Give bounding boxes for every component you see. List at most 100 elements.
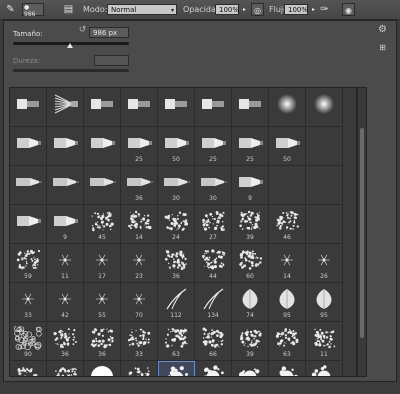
brush-preset-splat[interactable]: 424 bbox=[195, 361, 232, 376]
opacity-field[interactable]: 100% bbox=[215, 4, 239, 15]
brush-preset-scatter[interactable]: 59 bbox=[10, 244, 47, 283]
brush-size-label: 63 bbox=[283, 351, 291, 358]
brush-preset-scatter[interactable]: 36 bbox=[158, 244, 195, 283]
brush-preset-pencil[interactable]: 36 bbox=[121, 166, 158, 205]
brush-preset-star[interactable]: 17 bbox=[84, 244, 121, 283]
brush-preset-scatter[interactable]: 36 bbox=[47, 322, 84, 361]
brush-preset-pencil[interactable] bbox=[47, 166, 84, 205]
brush-preset-flat-brush[interactable] bbox=[10, 88, 47, 127]
brush-preset-scatter[interactable]: 11 bbox=[306, 322, 343, 361]
brush-preset-scatter[interactable]: 63 bbox=[158, 322, 195, 361]
brush-preset-scatter[interactable]: 24 bbox=[158, 205, 195, 244]
brush-preset-empty[interactable] bbox=[306, 166, 343, 205]
size-slider-thumb[interactable] bbox=[66, 43, 73, 48]
brush-preset-scatter[interactable]: 27 bbox=[195, 205, 232, 244]
pressure-size-icon[interactable]: ◉ bbox=[342, 3, 355, 16]
brush-preset-splat[interactable]: 986 bbox=[158, 361, 195, 376]
brush-preset-round-tip[interactable]: 25 bbox=[121, 127, 158, 166]
brush-preset-scatter[interactable]: 39 bbox=[232, 322, 269, 361]
brush-preset-scatter[interactable]: 60 bbox=[232, 244, 269, 283]
brush-preset-star[interactable]: 14 bbox=[269, 244, 306, 283]
brush-size-label: 42 bbox=[61, 312, 69, 319]
brush-preset-splat[interactable]: 520 bbox=[306, 361, 343, 376]
scatter-icon bbox=[239, 210, 261, 230]
mode-select[interactable]: Normal ▾ bbox=[107, 4, 177, 15]
brush-preset-star[interactable]: 26 bbox=[306, 244, 343, 283]
brush-preset-solid-round[interactable]: 55 bbox=[84, 361, 121, 376]
brush-preset-round-tip[interactable] bbox=[10, 127, 47, 166]
chevron-down-icon[interactable]: ▸ bbox=[238, 3, 251, 16]
brush-preset-pencil[interactable] bbox=[84, 166, 121, 205]
brush-preset-scatter[interactable]: 100 bbox=[121, 361, 158, 376]
brush-preset-scatter[interactable]: 44 bbox=[195, 244, 232, 283]
scatter-icon bbox=[16, 249, 41, 270]
brush-preset-round-tip[interactable] bbox=[47, 127, 84, 166]
preset-scrollbar[interactable] bbox=[357, 87, 367, 377]
brush-preset-round-tip[interactable]: 50 bbox=[269, 127, 306, 166]
brush-preset-picker[interactable]: ● 986 bbox=[22, 3, 44, 18]
brush-preset-grass[interactable]: 112 bbox=[158, 283, 195, 322]
round-tip-icon bbox=[54, 138, 78, 148]
star-icon bbox=[318, 254, 330, 266]
brush-preset-round-tip[interactable]: 9 bbox=[232, 166, 269, 205]
scrollbar-thumb[interactable] bbox=[360, 128, 364, 338]
toggle-panel-icon[interactable]: ▤ bbox=[62, 3, 75, 16]
brush-preset-flat-brush[interactable] bbox=[158, 88, 195, 127]
brush-preset-star[interactable]: 11 bbox=[47, 244, 84, 283]
brush-preset-soft-round[interactable] bbox=[306, 88, 343, 127]
brush-tool-icon[interactable]: ✎ bbox=[4, 3, 17, 16]
brush-preset-round-tip[interactable]: 9 bbox=[47, 205, 84, 244]
brush-preset-leaf[interactable]: 95 bbox=[306, 283, 343, 322]
brush-preset-splat[interactable]: 523 bbox=[269, 361, 306, 376]
brush-preset-star[interactable]: 33 bbox=[10, 283, 47, 322]
brush-preset-round-tip[interactable]: 50 bbox=[158, 127, 195, 166]
brush-preset-scatter[interactable]: 33 bbox=[121, 322, 158, 361]
brush-preset-star[interactable]: 23 bbox=[121, 244, 158, 283]
brush-preset-flat-brush[interactable] bbox=[84, 88, 121, 127]
brush-preset-flat-brush[interactable] bbox=[195, 88, 232, 127]
brush-preset-texture[interactable]: 90 bbox=[10, 322, 47, 361]
brush-preset-scatter[interactable]: 32 bbox=[47, 361, 84, 376]
round-tip-icon bbox=[276, 138, 300, 148]
brush-preset-pencil[interactable]: 30 bbox=[195, 166, 232, 205]
brush-preset-round-tip[interactable] bbox=[84, 127, 121, 166]
brush-preset-round-tip[interactable]: 25 bbox=[232, 127, 269, 166]
brush-preset-scatter[interactable]: 46 bbox=[269, 205, 306, 244]
brush-preset-scatter[interactable]: 39 bbox=[232, 205, 269, 244]
brush-preset-scatter[interactable]: 36 bbox=[84, 322, 121, 361]
gear-icon[interactable]: ⚙ bbox=[376, 23, 389, 36]
brush-preset-leaf[interactable]: 74 bbox=[232, 283, 269, 322]
brush-preset-pencil[interactable]: 30 bbox=[158, 166, 195, 205]
brush-preset-scatter[interactable]: 45 bbox=[84, 205, 121, 244]
flow-field[interactable]: 100% bbox=[284, 4, 308, 15]
brush-preset-scatter[interactable]: 66 bbox=[195, 322, 232, 361]
brush-preset-round-tip[interactable] bbox=[10, 205, 47, 244]
brush-preset-fan-brush[interactable] bbox=[47, 88, 84, 127]
airbrush-icon[interactable]: ✑ bbox=[318, 3, 331, 16]
brush-preset-scatter[interactable]: 14 bbox=[121, 205, 158, 244]
brush-preset-star[interactable]: 42 bbox=[47, 283, 84, 322]
brush-preset-grass[interactable]: 134 bbox=[195, 283, 232, 322]
size-input[interactable]: 986 px bbox=[89, 27, 129, 38]
brush-preset-empty[interactable] bbox=[306, 205, 343, 244]
brush-preset-star[interactable]: 70 bbox=[121, 283, 158, 322]
brush-preset-splat[interactable]: 141 bbox=[232, 361, 269, 376]
brush-preset-empty[interactable] bbox=[269, 166, 306, 205]
flat-brush-icon bbox=[91, 99, 113, 109]
brush-preset-flat-brush[interactable] bbox=[232, 88, 269, 127]
brush-preset-flat-brush[interactable] bbox=[121, 88, 158, 127]
reset-size-icon[interactable]: ↺ bbox=[76, 24, 89, 37]
brush-preset-scatter[interactable]: 63 bbox=[269, 322, 306, 361]
brush-size-label: 27 bbox=[209, 234, 217, 241]
brush-preset-soft-round[interactable] bbox=[269, 88, 306, 127]
brush-preset-leaf[interactable]: 95 bbox=[269, 283, 306, 322]
brush-preset-star[interactable]: 55 bbox=[84, 283, 121, 322]
brush-preset-round-tip[interactable]: 25 bbox=[195, 127, 232, 166]
brush-preset-pencil[interactable] bbox=[10, 166, 47, 205]
new-preset-icon[interactable]: ⊞ bbox=[376, 41, 389, 54]
brush-preset-scatter[interactable]: 48 bbox=[10, 361, 47, 376]
scatter-icon bbox=[202, 327, 224, 348]
round-tip-icon bbox=[239, 138, 263, 148]
pressure-opacity-icon[interactable]: ◎ bbox=[251, 3, 264, 16]
brush-preset-empty[interactable] bbox=[306, 127, 343, 166]
